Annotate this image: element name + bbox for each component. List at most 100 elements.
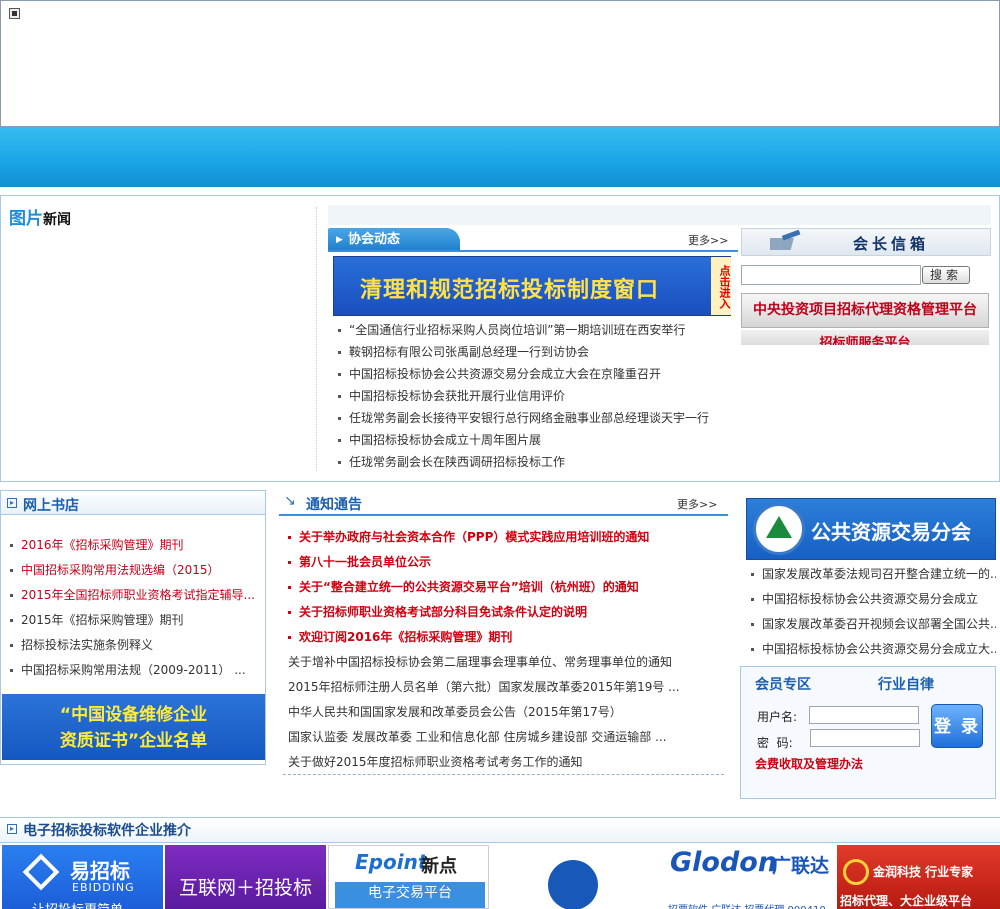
internet-plus-logo[interactable]: 互联网＋招投标: [165, 845, 326, 909]
bullet-icon: [751, 598, 754, 601]
epoint-en: Epoint: [355, 850, 428, 874]
top-flash-area: [0, 0, 1000, 127]
notices-underline: [279, 514, 728, 516]
tab-self-regulation[interactable]: 行业自律: [878, 674, 934, 694]
top-strip: [328, 205, 991, 225]
list-item[interactable]: 2016年《招标采购管理》期刊: [10, 533, 260, 558]
list-item[interactable]: 中国招标投标协会获批开展行业信用评价: [338, 385, 733, 407]
software-section-title: 电子招标投标软件企业推介: [23, 823, 191, 839]
list-item[interactable]: 任珑常务副会长在陕西调研招标投标工作: [338, 451, 733, 473]
list-item[interactable]: “全国通信行业招标采购人员岗位培训”第一期培训班在西安举行: [338, 319, 733, 341]
list-item-text: 关于举办政府与社会资本合作（PPP）模式实践应用培训班的通知: [299, 530, 650, 544]
password-label: 密 码:: [757, 736, 793, 750]
list-item-text: 2015年全国招标师职业资格考试指定辅导...: [21, 588, 255, 602]
bullet-icon: [751, 573, 754, 576]
list-item[interactable]: 招标投标法实施条例释义: [10, 633, 260, 658]
membership-fee-link[interactable]: 会费收取及管理办法: [755, 757, 865, 772]
central-investment-banner[interactable]: 中央投资项目招标代理资格管理平台: [741, 293, 989, 328]
list-item[interactable]: 关于增补中国招标投标协会第二届理事会理事单位、常务理事单位的通知: [288, 650, 728, 675]
section-arrow-icon: ▸: [7, 498, 17, 508]
photo-news-title: 图片新闻: [9, 204, 71, 229]
list-item[interactable]: 鞍钢招标有限公司张禹副总经理一行到访协会: [338, 341, 733, 363]
association-more-link[interactable]: 更多>>: [688, 232, 728, 248]
epoint-logo[interactable]: Epoint 新点 电子交易平台: [328, 845, 489, 909]
bullet-icon: [288, 636, 291, 639]
list-item-text: 中国招标采购常用法规选编（2015）: [21, 563, 220, 577]
notice-arrow-icon: ↘: [284, 493, 296, 509]
tab-member-zone[interactable]: 会员专区: [755, 674, 811, 694]
list-item[interactable]: 中国招标采购常用法规（2009-2011） ...: [10, 658, 260, 683]
list-item-text: 第八十一批会员单位公示: [299, 555, 432, 569]
public-resource-title: 公共资源交易分会: [811, 520, 971, 544]
ebidding-diamond-icon: [22, 853, 60, 891]
list-item[interactable]: 关于做好2015年度招标师职业资格考试考务工作的通知: [288, 750, 728, 775]
bullet-icon: [288, 611, 291, 614]
ebidding-en: EBIDDING: [72, 881, 135, 894]
photo-news-title-highlight: 图片: [9, 209, 43, 229]
list-item[interactable]: 国家认监委 发展改革委 工业和信息化部 住房城乡建设部 交通运输部 ...: [288, 725, 728, 750]
epoint-tag: 电子交易平台: [335, 882, 485, 908]
username-field[interactable]: [809, 706, 919, 724]
list-item-text: 关于招标师职业资格考试部分科目免试条件认定的说明: [299, 605, 588, 619]
login-button[interactable]: 登 录: [931, 704, 983, 748]
list-item-text: 中国招标投标协会成立十周年图片展: [349, 433, 542, 447]
list-item-text: 中华人民共和国国家发展和改革委员会公告（2015年第17号）: [288, 705, 622, 719]
internet-plus-text: 互联网＋招投标: [178, 877, 312, 899]
banner-enter-label[interactable]: 点击进入: [711, 257, 731, 315]
list-item[interactable]: 国家发展改革委法规司召开整合建立统一的...: [751, 562, 996, 587]
list-item[interactable]: 2015年《招标采购管理》期刊: [10, 608, 260, 633]
list-item[interactable]: 欢迎订阅2016年《招标采购管理》期刊: [288, 625, 728, 650]
list-item-text: 任珑常务副会长接待平安银行总行网络金融事业部总经理谈天宇一行: [349, 411, 710, 425]
list-item[interactable]: 中国招标投标协会成立十周年图片展: [338, 429, 733, 451]
equip-banner-line1: “中国设备维修企业: [59, 705, 208, 725]
tab-underline: [328, 250, 738, 252]
notices-bottom-rule: [283, 774, 724, 775]
list-item-text: 关于增补中国招标投标协会第二届理事会理事单位、常务理事单位的通知: [288, 655, 673, 669]
ebidding-cn: 易招标: [70, 859, 130, 883]
list-item[interactable]: 关于举办政府与社会资本合作（PPP）模式实践应用培训班的通知: [288, 525, 728, 550]
list-item[interactable]: 关于“整合建立统一的公共资源交易平台”培训（杭州班）的通知: [288, 575, 728, 600]
list-item[interactable]: 2015年招标师注册人员名单（第六批）国家发展改革委2015年第19号 ...: [288, 675, 728, 700]
ebidding-logo[interactable]: 易招标 EBIDDING 让招投标更简单: [2, 845, 163, 909]
circle-logo[interactable]: [491, 845, 662, 909]
list-item[interactable]: 任珑常务副会长接待平安银行总行网络金融事业部总经理谈天宇一行: [338, 407, 733, 429]
list-item-text: 招标投标法实施条例释义: [21, 638, 154, 652]
list-item-text: 任珑常务副会长在陕西调研招标投标工作: [349, 455, 566, 469]
glodon-logo[interactable]: Glodon 广联达 招票软件 广联达 招票代理 000410: [664, 845, 835, 909]
password-field[interactable]: [810, 729, 920, 747]
list-item[interactable]: 第八十一批会员单位公示: [288, 550, 728, 575]
search-button[interactable]: 搜索: [922, 266, 970, 284]
flash-placeholder-icon: [9, 8, 20, 19]
bidder-service-banner[interactable]: 招标师服务平台: [741, 330, 989, 345]
list-item[interactable]: 中华人民共和国国家发展和改革委员会公告（2015年第17号）: [288, 700, 728, 725]
bullet-icon: [338, 329, 341, 332]
list-item[interactable]: 中国招标投标协会公共资源交易分会成立大会在京隆重召开: [338, 363, 733, 385]
list-item[interactable]: 中国招标投标协会公共资源交易分会成立: [751, 587, 996, 612]
list-item[interactable]: 中国招标投标协会公共资源交易分会成立大...: [751, 637, 996, 662]
jinrun-logo[interactable]: 金润科技 行业专家 招标代理、大企业级平台: [837, 845, 1000, 909]
equipment-repair-banner[interactable]: “中国设备维修企业 资质证书”企业名单: [2, 694, 265, 760]
bullet-icon: [338, 373, 341, 376]
public-resource-logo-icon: [753, 503, 805, 555]
bullet-icon: [288, 536, 291, 539]
list-item-text: 中国招标投标协会公共资源交易分会成立大会在京隆重召开: [349, 367, 662, 381]
list-item[interactable]: 关于招标师职业资格考试部分科目免试条件认定的说明: [288, 600, 728, 625]
notices-more-link[interactable]: 更多>>: [677, 496, 717, 512]
bullet-icon: [10, 569, 13, 572]
list-item[interactable]: 国家发展改革委召开视频会议部署全国公共...: [751, 612, 996, 637]
bookstore-list: 2016年《招标采购管理》期刊中国招标采购常用法规选编（2015） 2015年全国…: [10, 533, 260, 683]
list-item[interactable]: 中国招标采购常用法规选编（2015）: [10, 558, 260, 583]
tab-association-news[interactable]: 协会动态: [328, 228, 460, 251]
epoint-cn: 新点: [421, 856, 457, 877]
jinrun-line2: 招标代理、大企业级平台: [840, 894, 973, 908]
glodon-cn: 广联达: [772, 855, 830, 877]
bullet-icon: [10, 544, 13, 547]
list-item[interactable]: 2015年全国招标师职业资格考试指定辅导...: [10, 583, 260, 608]
bullet-icon: [338, 351, 341, 354]
blue-circle-icon: [548, 860, 598, 909]
list-item-text: 2015年《招标采购管理》期刊: [21, 613, 184, 627]
header-blue-band: [0, 127, 1000, 187]
jinrun-emblem-icon: [843, 859, 869, 885]
search-input[interactable]: [741, 265, 921, 285]
list-item-text: 国家发展改革委法规司召开整合建立统一的...: [762, 567, 996, 581]
